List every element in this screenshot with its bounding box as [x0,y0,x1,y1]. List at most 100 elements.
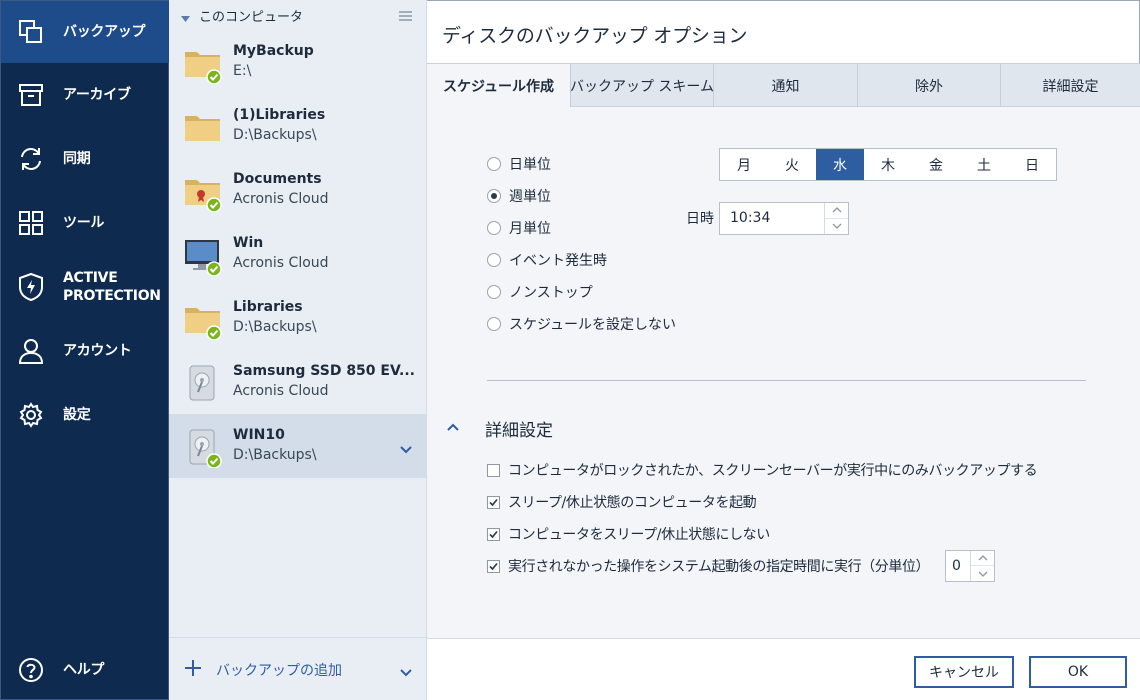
option-wake-computer[interactable]: スリープ/休止状態のコンピュータを起動 [487,492,757,512]
nav-item-archive[interactable]: アーカイブ [1,64,169,126]
dialog-footer: キャンセル OK [427,638,1140,700]
radio-weekly[interactable]: 週単位 [487,186,551,206]
nav-label: 同期 [63,151,91,167]
person-icon [17,337,45,365]
backup-destination: Acronis Cloud [233,383,329,399]
radio-button[interactable] [487,285,501,299]
nav-item-settings[interactable]: 設定 [1,384,169,446]
radio-label: 月単位 [509,221,551,237]
backup-destination: D:\Backups\ [233,319,317,335]
nav-item-tools[interactable]: ツール [1,192,169,254]
add-backup-bar[interactable]: バックアップの追加 [169,637,426,700]
backup-destination: D:\Backups\ [233,127,317,143]
nav-label: ACTIVE PROTECTION [63,270,161,304]
tab-backup-scheme[interactable]: バックアップ スキーム [570,64,714,107]
radio-label: イベント発生時 [509,253,607,269]
tab-notifications[interactable]: 通知 [713,64,857,107]
nav-label: ツール [63,215,105,231]
checkbox-checked[interactable] [487,495,500,509]
nav-item-sync[interactable]: 同期 [1,128,169,190]
folder-icon [183,42,223,85]
option-prevent-sleep[interactable]: コンピュータをスリープ/休止状態にしない [487,524,770,544]
add-backup-label: バックアップの追加 [216,663,342,679]
nav-label: バックアップ [63,24,146,40]
nav-label: アーカイブ [63,87,131,103]
chevron-up-icon[interactable] [825,203,848,219]
radio-no-schedule[interactable]: スケジュールを設定しない [487,314,676,334]
radio-monthly[interactable]: 月単位 [487,218,551,238]
option-run-missed[interactable]: 実行されなかった操作をシステム起動後の指定時間に実行（分単位） [487,556,930,576]
radio-button[interactable] [487,157,501,171]
ok-button[interactable]: OK [1029,656,1127,688]
radio-button-selected[interactable] [487,189,501,203]
nav-label: ヘルプ [63,662,105,678]
backup-item[interactable]: (1)Libraries D:\Backups\ [169,94,426,158]
backup-item-selected[interactable]: WIN10 D:\Backups\ [169,414,426,478]
checkbox-label: 実行されなかった操作をシステム起動後の指定時間に実行（分単位） [508,559,930,575]
chevron-down-icon[interactable] [825,219,848,235]
chevron-up-icon[interactable] [971,551,994,566]
chevron-down-icon[interactable] [971,566,994,581]
hamburger-menu-icon[interactable] [399,9,412,25]
cancel-button[interactable]: キャンセル [914,656,1014,688]
radio-nonstop[interactable]: ノンストップ [487,282,593,302]
tab-advanced[interactable]: 詳細設定 [1000,64,1140,107]
radio-button[interactable] [487,317,501,331]
backup-item[interactable]: Samsung SSD 850 EV... Acronis Cloud [169,350,426,414]
day-fri[interactable]: 金 [912,149,960,180]
radio-daily[interactable]: 日単位 [487,154,551,174]
day-tue[interactable]: 火 [768,149,816,180]
radio-label: スケジュールを設定しない [509,317,677,333]
advanced-section-title[interactable]: 詳細設定 [485,416,553,441]
time-field[interactable]: 10:34 [719,202,849,235]
radio-button[interactable] [487,221,501,235]
nav-label: アカウント [63,343,132,359]
checkbox-label: コンピュータがロックされたか、スクリーンセーバーが実行中にのみバックアップする [508,463,1038,479]
chevron-up-icon[interactable] [447,419,461,433]
nav-item-help[interactable]: ヘルプ [1,639,169,700]
nav-label: 設定 [63,407,91,423]
radio-button[interactable] [487,253,501,267]
radio-label: 週単位 [509,189,551,205]
radio-on-event[interactable]: イベント発生時 [487,250,607,270]
nav-item-account[interactable]: アカウント [1,320,169,382]
delay-value: 0 [952,558,961,574]
nav-item-backup[interactable]: バックアップ [1,1,169,63]
option-only-when-locked[interactable]: コンピュータがロックされたか、スクリーンセーバーが実行中にのみバックアップする [487,460,1038,480]
backup-destination: E:\ [233,63,252,79]
folder-icon [183,106,223,146]
backup-name: MyBackup [233,43,314,59]
hard-drive-icon [183,362,223,402]
backup-item[interactable]: Win Acronis Cloud [169,222,426,286]
backup-name: (1)Libraries [233,107,326,123]
copy-icon [17,18,45,46]
nav-item-active-protection[interactable]: ACTIVE PROTECTION [1,256,169,318]
tab-exclusions[interactable]: 除外 [857,64,1000,107]
day-mon[interactable]: 月 [720,149,768,180]
list-header[interactable]: このコンピュータ [169,0,427,30]
page-title: ディスクのバックアップ オプション [442,25,748,47]
checkbox[interactable] [487,463,500,477]
day-sat[interactable]: 土 [960,149,1008,180]
options-panel: ディスクのバックアップ オプション スケジュール作成 バックアップ スキーム 通… [427,0,1140,700]
radio-label: 日単位 [509,157,551,173]
section-divider [487,380,1086,381]
backup-name: WIN10 [233,427,285,443]
left-nav: バックアップ アーカイブ 同期 ツール ACTIVE PROTECTION アカ… [0,0,169,700]
delay-minutes-field[interactable]: 0 [945,550,995,582]
tab-schedule[interactable]: スケジュール作成 [427,64,570,107]
chevron-down-icon[interactable] [400,442,412,458]
day-thu[interactable]: 木 [864,149,912,180]
checkbox-label: コンピュータをスリープ/休止状態にしない [508,527,770,543]
chevron-down-icon[interactable] [400,665,412,681]
day-wed[interactable]: 水 [816,149,864,180]
day-sun[interactable]: 日 [1008,149,1056,180]
backup-item[interactable]: Libraries D:\Backups\ [169,286,426,350]
backup-item[interactable]: Documents Acronis Cloud [169,158,426,222]
backup-item[interactable]: MyBackup E:\ [169,30,426,94]
checkbox-checked[interactable] [487,527,500,541]
plus-icon [185,660,201,680]
backup-name: Libraries [233,299,303,315]
archive-box-icon [17,81,45,109]
checkbox-checked[interactable] [487,559,500,573]
